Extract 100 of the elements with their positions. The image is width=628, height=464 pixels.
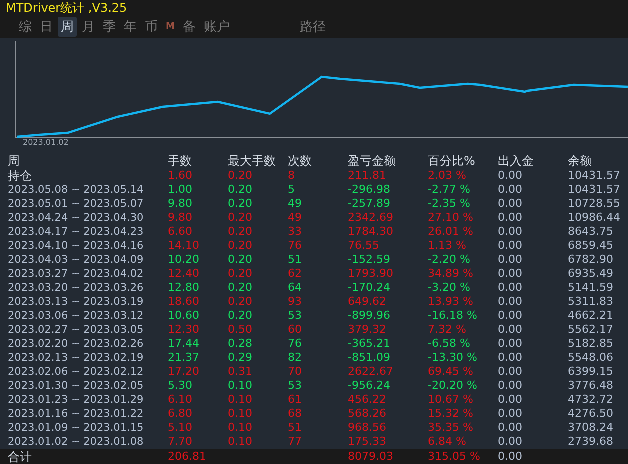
table-cell-text: 2023.01.30 ~ 2023.02.05: [8, 379, 145, 393]
column-header: 周: [8, 154, 21, 168]
tab[interactable]: 备: [180, 17, 199, 37]
table-cell-text: 8643.75: [568, 225, 614, 239]
table-cell-text: 0.00: [498, 225, 524, 239]
table-cell-text: 82: [288, 351, 303, 365]
table-cell-text: 0.20: [228, 309, 254, 323]
column-header: 百分比%: [428, 154, 476, 168]
table-cell-text: 6399.15: [568, 365, 614, 379]
table-cell-text: 2.03 %: [428, 169, 468, 183]
table-cell-text: 33: [288, 225, 303, 239]
table-cell-text: 0.00: [498, 393, 524, 407]
tab[interactable]: 路径: [296, 17, 329, 37]
table-cell-text: 1.60: [168, 169, 194, 183]
table-cell-text: 6.60: [168, 225, 194, 239]
table-cell-text: 0.00: [498, 365, 524, 379]
tab[interactable]: 综: [16, 17, 35, 37]
table-cell-text: 7.32 %: [428, 323, 468, 337]
table-cell-text: 5311.83: [568, 295, 614, 309]
table-cell-text: -2.77 %: [428, 183, 472, 197]
table-cell-text: 6.84 %: [428, 435, 468, 449]
table-cell-text: 2739.68: [568, 435, 614, 449]
table-cell-text: 0.10: [228, 407, 254, 421]
table-cell-text: 8: [288, 169, 296, 183]
table-cell-text: 1.00: [168, 183, 194, 197]
table-cell-text: 0.00: [498, 435, 524, 449]
table-cell-text: 0.20: [228, 253, 254, 267]
table-cell-text: 27.10 %: [428, 211, 474, 225]
table-cell-text: 2023.05.08 ~ 2023.05.14: [8, 183, 145, 197]
table-cell-text: 0.00: [498, 421, 524, 435]
table-cell-text: 35.35 %: [428, 421, 474, 435]
table-cell-text: 53: [288, 309, 303, 323]
table-cell-text: 0.00: [498, 337, 524, 351]
table-cell-text: 6.10: [168, 393, 194, 407]
tab[interactable]: 账户: [200, 17, 233, 37]
table-cell-text: 0.20: [228, 239, 254, 253]
table-cell-text: 0.00: [498, 351, 524, 365]
table-cell-text: 10431.57: [568, 169, 622, 183]
table-cell-text: 10.67 %: [428, 393, 474, 407]
tab[interactable]: 月: [79, 17, 98, 37]
table-cell-text: 51: [288, 421, 303, 435]
table-cell-text: 456.22: [348, 393, 388, 407]
table-cell-text: 0.50: [228, 323, 254, 337]
table-cell-text: 211.81: [348, 169, 388, 183]
table-cell-text: -13.30 %: [428, 351, 478, 365]
tab[interactable]: 日: [37, 17, 56, 37]
window-title: MTDriver统计 ,V3.25: [6, 0, 128, 16]
table-cell-text: 76: [288, 337, 303, 351]
table-cell-text: 69.45 %: [428, 365, 474, 379]
table-cell-text: 2622.67: [348, 365, 394, 379]
table-cell-text: 10.20: [168, 253, 200, 267]
tab[interactable]: 周: [58, 17, 77, 37]
table-cell-text: 3708.24: [568, 421, 614, 435]
tab[interactable]: 年: [121, 17, 140, 37]
table-cell-text: -2.20 %: [428, 253, 472, 267]
table-cell-text: 0.29: [228, 351, 254, 365]
tab[interactable]: 币: [142, 17, 161, 37]
table-cell-text: 0.00: [498, 239, 524, 253]
tab[interactable]: 季: [100, 17, 119, 37]
table-cell-text: 6782.90: [568, 253, 614, 267]
table-cell-text: 2023.02.27 ~ 2023.03.05: [8, 323, 145, 337]
table-cell-text: 1.13 %: [428, 239, 468, 253]
table-cell-text: 2023.03.27 ~ 2023.04.02: [8, 267, 145, 281]
table-cell-text: 2023.01.09 ~ 2023.01.15: [8, 421, 145, 435]
table-cell-text: 4276.50: [568, 407, 614, 421]
table-cell-text: 49: [288, 197, 303, 211]
table-cell-text: 6.80: [168, 407, 194, 421]
tab[interactable]: M: [163, 21, 178, 33]
table-cell-text: 0.10: [228, 435, 254, 449]
table-cell-text: 2023.04.03 ~ 2023.04.09: [8, 253, 145, 267]
table-cell-text: 2342.69: [348, 211, 394, 225]
table-cell-text: 0.20: [228, 211, 254, 225]
table-cell-text: 26.01 %: [428, 225, 474, 239]
table-cell-text: 64: [288, 281, 303, 295]
table-cell-text: 1784.30: [348, 225, 394, 239]
table-cell-text: 0.00: [498, 169, 524, 183]
table-cell-text: 2023.01.16 ~ 2023.01.22: [8, 407, 145, 421]
table-cell-text: -16.18 %: [428, 309, 478, 323]
table-cell-text: 0.00: [498, 323, 524, 337]
table-cell-text: 9.80: [168, 211, 194, 225]
table-cell-text: 2023.02.20 ~ 2023.02.26: [8, 337, 145, 351]
table-cell-text: 379.32: [348, 323, 388, 337]
table-cell-text: 0.00: [498, 211, 524, 225]
table-cell-text: -20.20 %: [428, 379, 478, 393]
table-cell-text: 6935.49: [568, 267, 614, 281]
table-cell-text: 5.10: [168, 421, 194, 435]
table-cell-text: 2023.03.13 ~ 2023.03.19: [8, 295, 145, 309]
table-cell-text: 8079.03: [348, 450, 394, 464]
table-cell-text: 21.37: [168, 351, 200, 365]
table-cell-text: 0.00: [498, 450, 524, 464]
table-cell-text: -851.09: [348, 351, 392, 365]
table-cell-text: 0.10: [228, 421, 254, 435]
table-cell-text: -956.24: [348, 379, 392, 393]
table-cell-text: 5: [288, 183, 296, 197]
table-cell-text: 0.20: [228, 197, 254, 211]
table-cell-text: 2023.04.10 ~ 2023.04.16: [8, 239, 145, 253]
table-cell-text: -2.35 %: [428, 197, 472, 211]
table-cell-text: 93: [288, 295, 303, 309]
table-cell-text: 0.20: [228, 295, 254, 309]
table-cell-text: 60: [288, 323, 303, 337]
